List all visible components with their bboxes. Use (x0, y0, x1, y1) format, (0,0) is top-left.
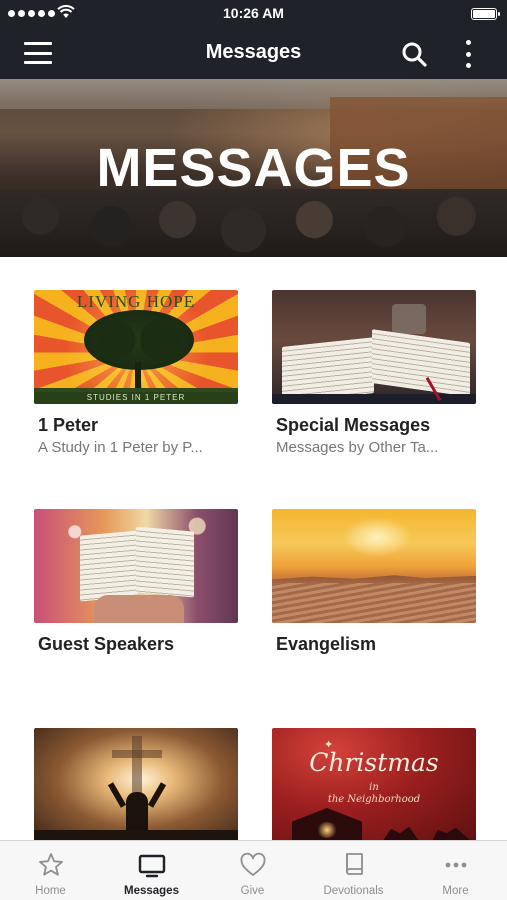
hero-banner: MESSAGES (0, 79, 507, 257)
tab-devotionals[interactable]: Devotionals (303, 841, 404, 900)
navigation-bar: Messages (0, 28, 507, 79)
status-time: 10:26 AM (223, 5, 284, 21)
tab-bar: Home Messages Give Devotionals More (0, 840, 507, 900)
tab-label: Home (35, 885, 66, 897)
card-title: Guest Speakers (38, 634, 175, 654)
book-icon (345, 853, 363, 875)
tv-icon (138, 854, 165, 878)
tab-label: Devotionals (323, 885, 384, 897)
series-thumbnail (272, 509, 476, 623)
series-thumbnail (272, 290, 476, 404)
card-title: Special Messages (276, 415, 431, 435)
search-icon[interactable] (401, 41, 427, 67)
card-subtitle: A Study in 1 Peter by P... (38, 439, 203, 456)
tab-label: Give (240, 885, 265, 897)
heart-icon (240, 852, 265, 876)
tab-more[interactable]: More (404, 841, 507, 900)
more-options-icon[interactable] (462, 40, 474, 68)
tab-home[interactable]: Home (0, 841, 101, 900)
thumbnail-subline-1: in (369, 782, 379, 793)
card-subtitle: Messages by Other Ta... (276, 439, 439, 456)
thumbnail-headline: Christmas (309, 748, 439, 777)
hero-title: MESSAGES (96, 138, 411, 198)
thumbnail-subline-2: the Neighborhood (327, 794, 421, 805)
thumbnail-band-text: STUDIES IN 1 PETER (34, 392, 238, 404)
page-title: Messages (205, 41, 302, 63)
tab-give[interactable]: Give (202, 841, 303, 900)
series-thumbnail (34, 509, 238, 623)
status-bar: 10:26 AM (0, 0, 507, 28)
mug-image (392, 304, 426, 334)
tab-label: Messages (124, 885, 179, 897)
menu-icon[interactable] (24, 42, 52, 64)
series-thumbnail (34, 728, 238, 842)
card-title: 1 Peter (38, 415, 99, 435)
thumbnail-headline: LIVING HOPE (76, 292, 196, 311)
card-title: Evangelism (276, 634, 377, 654)
tree-image (84, 310, 194, 370)
tab-messages[interactable]: Messages (101, 841, 202, 900)
battery-icon (471, 8, 500, 20)
more-horiz-icon (445, 862, 466, 868)
star-icon (38, 853, 63, 876)
series-thumbnail: ✦ Christmas in the Neighborhood (272, 728, 476, 842)
tab-label: More (442, 885, 469, 897)
series-thumbnail: LIVING HOPE STUDIES IN 1 PETER (34, 290, 238, 404)
